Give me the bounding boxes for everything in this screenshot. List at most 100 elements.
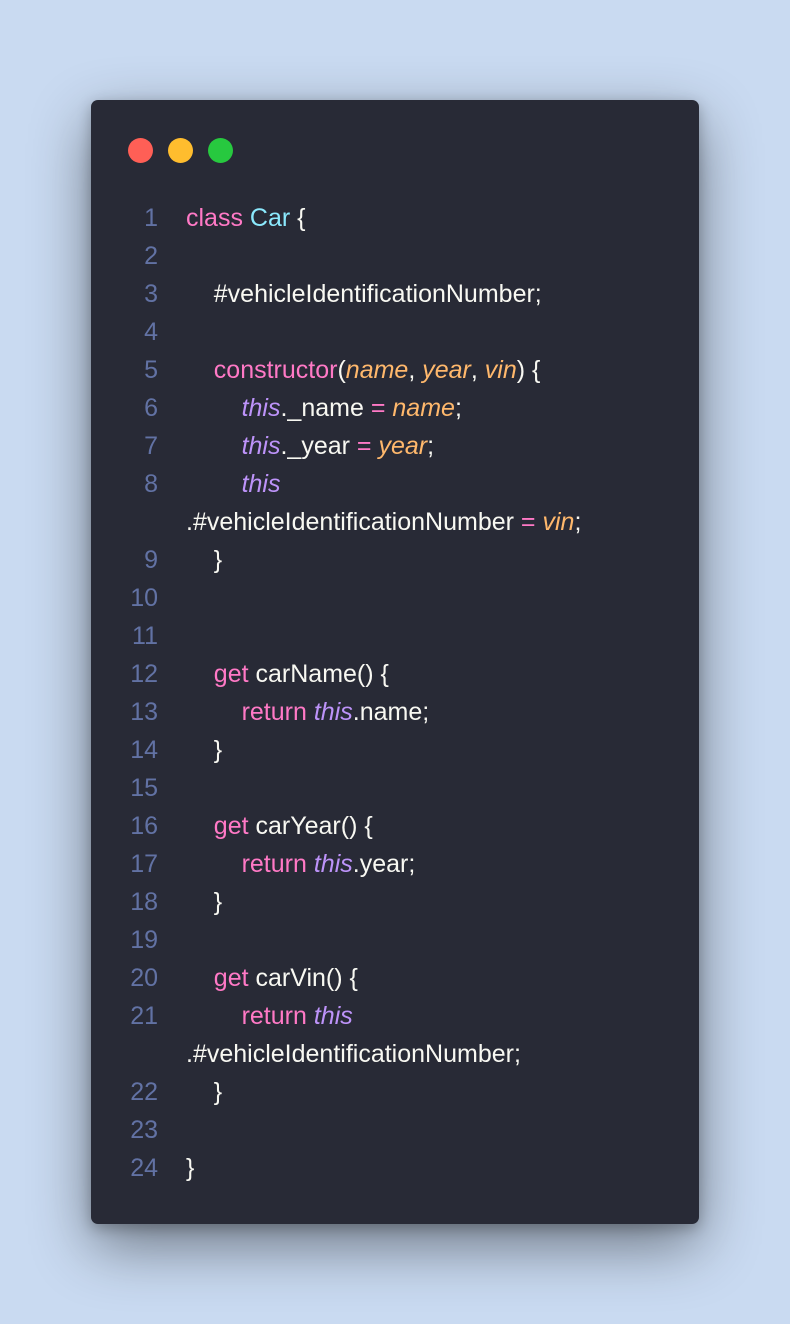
- code-token: .#vehicleIdentificationNumber;: [186, 1040, 521, 1068]
- line-number: 24: [130, 1154, 158, 1182]
- code-token: ) {: [516, 356, 541, 384]
- code-token: ;: [427, 432, 435, 460]
- code-token: =: [520, 508, 536, 536]
- code-token: .name;: [352, 698, 430, 726]
- line-number: 12: [130, 660, 158, 688]
- code-text: constructor(name, year, vin) {: [186, 351, 541, 389]
- code-token: year: [378, 432, 428, 460]
- code-line: 1 class Car {: [91, 199, 699, 237]
- code-token: ,: [408, 356, 423, 384]
- code-token: carVin() {: [248, 964, 358, 992]
- code-token: =: [370, 394, 386, 422]
- code-line: .#vehicleIdentificationNumber = vin;: [91, 503, 699, 541]
- code-token: Car: [249, 204, 291, 232]
- code-text: return this: [186, 997, 353, 1035]
- code-text: this._year = year;: [186, 427, 435, 465]
- code-token: get: [213, 964, 249, 992]
- code-text: this._name = name;: [186, 389, 462, 427]
- code-token: .#vehicleIdentificationNumber: [186, 508, 521, 536]
- code-line: 11: [91, 617, 699, 655]
- line-number: 23: [130, 1116, 158, 1144]
- line-number: 10: [130, 584, 158, 612]
- code-token: ;: [574, 508, 582, 536]
- code-token: this: [241, 432, 281, 460]
- code-token: ,: [470, 356, 485, 384]
- code-token: (: [337, 356, 346, 384]
- code-line: 8 this: [91, 465, 699, 503]
- code-text: get carName() {: [186, 655, 389, 693]
- code-token: get: [213, 812, 249, 840]
- code-text: }: [186, 731, 222, 769]
- code-line: 7 this._year = year;: [91, 427, 699, 465]
- code-text: #vehicleIdentificationNumber;: [186, 275, 542, 313]
- code-token: .year;: [352, 850, 416, 878]
- code-text: get carVin() {: [186, 959, 358, 997]
- code-line: 23: [91, 1111, 699, 1149]
- code-token: this: [313, 850, 353, 878]
- minimize-dot-icon[interactable]: [168, 138, 193, 163]
- code-line: 12 get carName() {: [91, 655, 699, 693]
- code-line: 18 }: [91, 883, 699, 921]
- code-token: get: [213, 660, 249, 688]
- code-token: year: [422, 356, 471, 384]
- line-number: 1: [144, 204, 158, 232]
- code-token: name: [392, 394, 455, 422]
- code-token: ._name: [280, 394, 371, 422]
- line-number: 9: [144, 546, 158, 574]
- line-number: 2: [144, 242, 158, 270]
- code-token: ._year: [280, 432, 357, 460]
- code-line: 6 this._name = name;: [91, 389, 699, 427]
- close-dot-icon[interactable]: [128, 138, 153, 163]
- line-number: 8: [144, 470, 158, 498]
- code-text: return this.name;: [186, 693, 430, 731]
- code-line: 3 #vehicleIdentificationNumber;: [91, 275, 699, 313]
- line-number: 13: [130, 698, 158, 726]
- code-token: return: [241, 850, 307, 878]
- code-token: vin: [484, 356, 517, 384]
- code-token: }: [186, 546, 223, 574]
- code-text: .#vehicleIdentificationNumber;: [186, 1035, 521, 1073]
- line-number: 20: [130, 964, 158, 992]
- code-token: carYear() {: [248, 812, 373, 840]
- code-line: 21 return this: [91, 997, 699, 1035]
- code-line: 20 get carVin() {: [91, 959, 699, 997]
- code-token: return: [241, 1002, 307, 1030]
- code-token: name: [345, 356, 409, 384]
- line-number: 15: [130, 774, 158, 802]
- code-line: 9 }: [91, 541, 699, 579]
- code-line: 5 constructor(name, year, vin) {: [91, 351, 699, 389]
- line-number: 3: [144, 280, 158, 308]
- code-line: 22 }: [91, 1073, 699, 1111]
- code-token: carName() {: [248, 660, 389, 688]
- line-number: 6: [144, 394, 158, 422]
- code-token: this: [241, 394, 281, 422]
- line-number: 7: [144, 432, 158, 460]
- code-token: }: [186, 1078, 223, 1106]
- code-line: 15: [91, 769, 699, 807]
- maximize-dot-icon[interactable]: [208, 138, 233, 163]
- line-number: 18: [130, 888, 158, 916]
- line-number: 16: [130, 812, 158, 840]
- code-line: 19: [91, 921, 699, 959]
- code-line: 16 get carYear() {: [91, 807, 699, 845]
- code-text: }: [186, 1149, 194, 1187]
- code-text: }: [186, 1073, 222, 1111]
- code-token: vin: [542, 508, 575, 536]
- code-token: this: [313, 1002, 353, 1030]
- code-line: 10: [91, 579, 699, 617]
- code-token: =: [356, 432, 372, 460]
- code-token: #vehicleIdentificationNumber;: [186, 280, 542, 308]
- code-token: class: [186, 204, 243, 232]
- code-text: return this.year;: [186, 845, 416, 883]
- code-line: 17 return this.year;: [91, 845, 699, 883]
- code-line: .#vehicleIdentificationNumber;: [91, 1035, 699, 1073]
- line-number: 14: [130, 736, 158, 764]
